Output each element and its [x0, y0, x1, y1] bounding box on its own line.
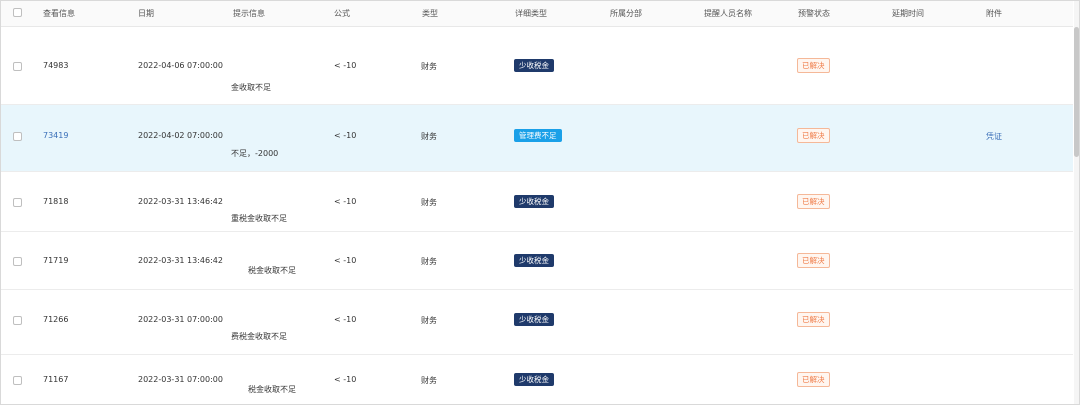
- row-checkbox[interactable]: [13, 257, 22, 266]
- header-formula: 公式: [334, 9, 350, 18]
- row-date: 2022-03-31 07:00:00: [138, 375, 223, 384]
- header-reminder-person: 提醒人员名称: [704, 9, 752, 18]
- row-hint: 不足，-2000: [231, 149, 279, 158]
- detail-type-tag: 少收税金: [514, 254, 554, 267]
- row-formula: < -10: [334, 315, 357, 324]
- row-formula: < -10: [334, 375, 357, 384]
- row-hint: 费税金收取不足: [231, 332, 287, 341]
- row-formula: < -10: [334, 197, 357, 206]
- row-hint: 金收取不足: [231, 83, 271, 92]
- status-badge: 已解决: [797, 128, 830, 143]
- table-row[interactable]: 73419 2022-04-02 07:00:00 不足，-2000 < -10…: [1, 105, 1073, 172]
- status-badge: 已解决: [797, 58, 830, 73]
- row-date: 2022-03-31 13:46:42: [138, 197, 223, 206]
- header-branch: 所属分部: [610, 9, 642, 18]
- header-date: 日期: [138, 9, 154, 18]
- header-view-info: 查看信息: [43, 9, 75, 18]
- row-id[interactable]: 73419: [43, 131, 68, 140]
- detail-type-tag: 管理费不足: [514, 129, 562, 142]
- row-type: 财务: [421, 316, 437, 325]
- header-type: 类型: [422, 9, 438, 18]
- detail-type-tag: 少收税金: [514, 373, 554, 386]
- row-formula: < -10: [334, 61, 357, 70]
- row-hint: 税金收取不足: [248, 385, 296, 394]
- row-date: 2022-04-02 07:00:00: [138, 131, 223, 140]
- detail-type-tag: 少收税金: [514, 195, 554, 208]
- row-id: 74983: [43, 61, 69, 70]
- row-hint: 税金收取不足: [248, 266, 296, 275]
- row-formula: < -10: [334, 131, 357, 140]
- status-badge: 已解决: [797, 312, 830, 327]
- status-badge: 已解决: [797, 372, 830, 387]
- row-id: 71167: [43, 375, 69, 384]
- header-hint: 提示信息: [233, 9, 265, 18]
- row-date: 2022-03-31 13:46:42: [138, 256, 223, 265]
- row-hint: 重税金收取不足: [231, 214, 287, 223]
- vertical-scrollbar[interactable]: [1074, 1, 1079, 404]
- detail-type-tag: 少收税金: [514, 313, 554, 326]
- row-type: 财务: [421, 62, 437, 71]
- table-header: 查看信息 日期 提示信息 公式 类型 详细类型 所属分部 提醒人员名称 预警状态…: [1, 1, 1073, 27]
- header-delay-time: 延期时间: [892, 9, 924, 18]
- table-row[interactable]: 71266 2022-03-31 07:00:00 费税金收取不足 < -10 …: [1, 290, 1073, 355]
- table-row[interactable]: 71167 2022-03-31 07:00:00 税金收取不足 < -10 财…: [1, 355, 1073, 404]
- table-row[interactable]: 71818 2022-03-31 13:46:42 重税金收取不足 < -10 …: [1, 172, 1073, 232]
- row-checkbox[interactable]: [13, 376, 22, 385]
- attachment-link[interactable]: 凭证: [986, 131, 1002, 142]
- row-checkbox[interactable]: [13, 198, 22, 207]
- header-attachment: 附件: [986, 9, 1002, 18]
- row-type: 财务: [421, 257, 437, 266]
- select-all-checkbox[interactable]: [13, 8, 22, 17]
- row-date: 2022-04-06 07:00:00: [138, 61, 223, 70]
- header-detail-type: 详细类型: [515, 9, 547, 18]
- row-type: 财务: [421, 132, 437, 141]
- scrollbar-thumb[interactable]: [1074, 27, 1079, 157]
- row-checkbox[interactable]: [13, 316, 22, 325]
- status-badge: 已解决: [797, 194, 830, 209]
- row-id: 71818: [43, 197, 69, 206]
- status-badge: 已解决: [797, 253, 830, 268]
- row-type: 财务: [421, 198, 437, 207]
- row-date: 2022-03-31 07:00:00: [138, 315, 223, 324]
- table-row[interactable]: 74983 2022-04-06 07:00:00 金收取不足 < -10 财务…: [1, 27, 1073, 105]
- row-id: 71719: [43, 256, 69, 265]
- row-type: 财务: [421, 376, 437, 385]
- header-alert-status: 预警状态: [798, 9, 830, 18]
- detail-type-tag: 少收税金: [514, 59, 554, 72]
- row-checkbox[interactable]: [13, 62, 22, 71]
- row-formula: < -10: [334, 256, 357, 265]
- alert-table: 查看信息 日期 提示信息 公式 类型 详细类型 所属分部 提醒人员名称 预警状态…: [0, 0, 1080, 405]
- row-checkbox[interactable]: [13, 132, 22, 141]
- table-row[interactable]: 71719 2022-03-31 13:46:42 税金收取不足 < -10 财…: [1, 232, 1073, 290]
- row-id: 71266: [43, 315, 69, 324]
